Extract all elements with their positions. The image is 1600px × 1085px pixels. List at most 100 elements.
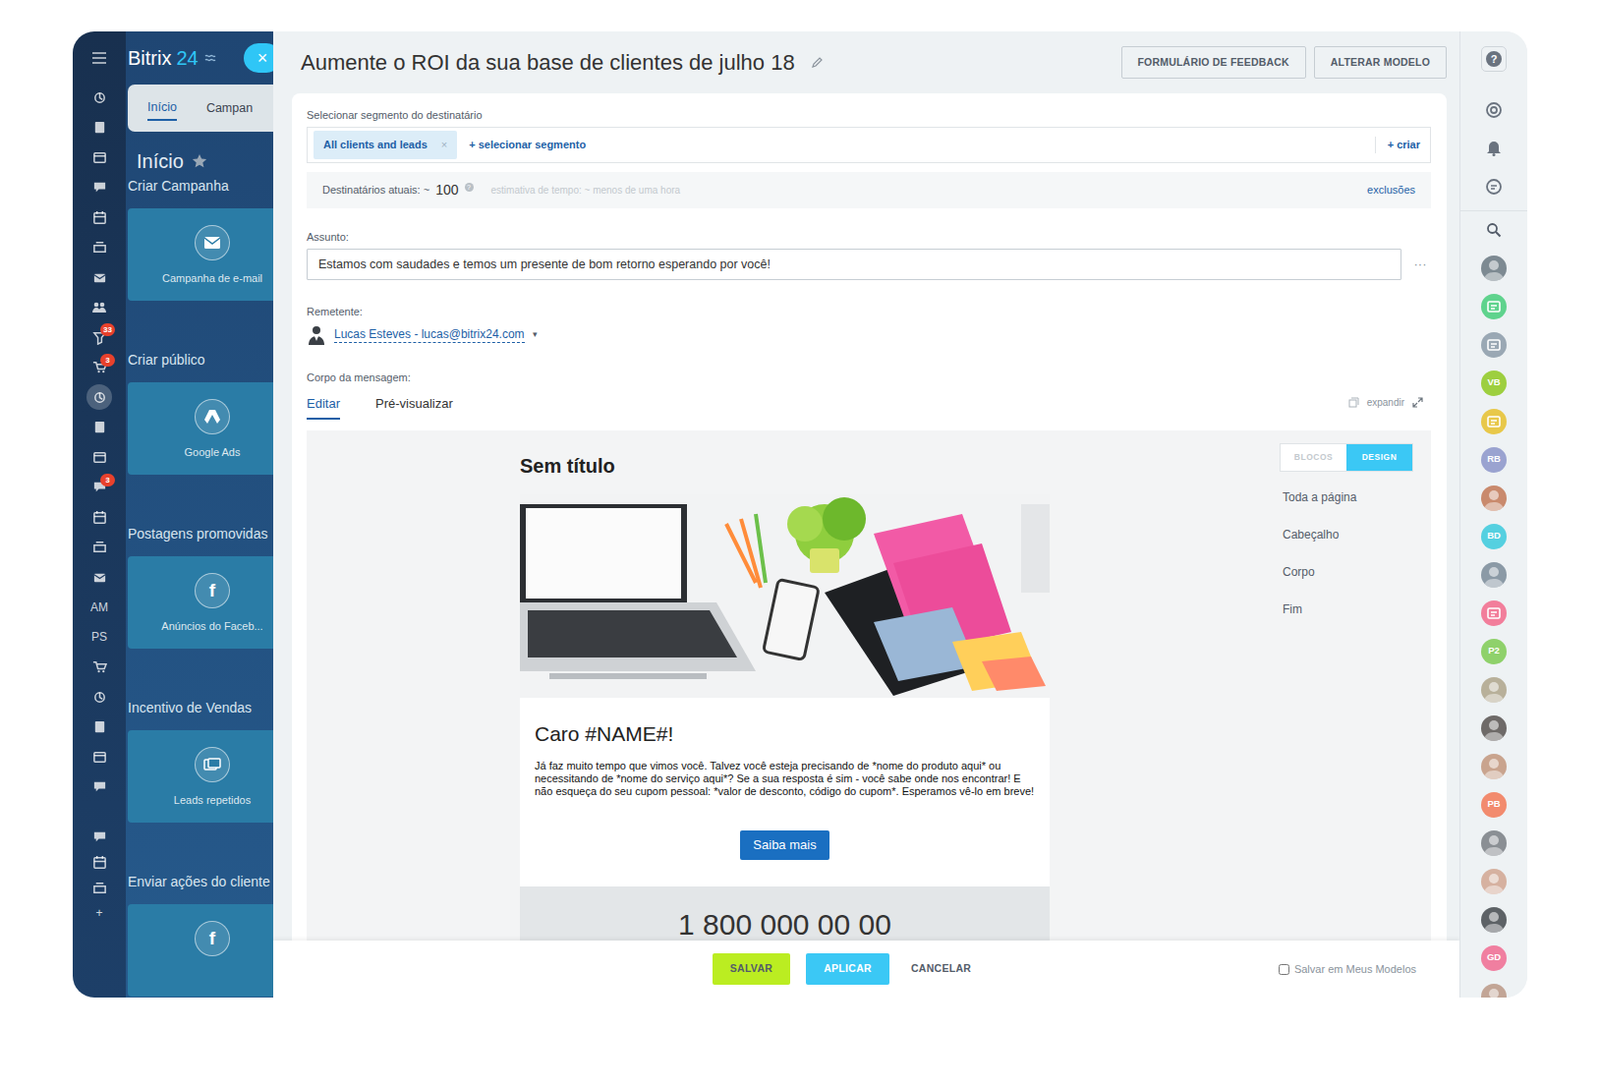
learn-more-button[interactable]: Saiba mais (740, 830, 829, 860)
right-bar-item[interactable] (1460, 823, 1529, 862)
user-photo-avatar[interactable] (1481, 677, 1507, 703)
strip-item[interactable] (72, 382, 126, 413)
sender-select[interactable]: Lucas Esteves - lucas@bitrix24.com (334, 327, 525, 343)
user-avatar[interactable]: RB (1481, 447, 1507, 473)
strip-item[interactable] (72, 262, 126, 293)
app-avatar[interactable] (1481, 600, 1507, 627)
apply-button[interactable]: APLICAR (805, 953, 890, 985)
user-avatar[interactable]: VB (1481, 370, 1507, 397)
app-avatar[interactable] (1481, 408, 1507, 435)
right-bar-item[interactable] (1460, 325, 1529, 364)
subject-input[interactable] (306, 248, 1402, 281)
exclusions-link[interactable]: exclusões (1367, 181, 1416, 199)
user-photo-avatar[interactable] (1481, 868, 1507, 895)
app-avatar[interactable] (1481, 293, 1507, 320)
strip-item[interactable] (72, 502, 126, 533)
help-label[interactable]: ? (1485, 51, 1502, 67)
right-bar-item[interactable]: ? (1460, 39, 1529, 78)
mode-button[interactable]: DESIGN (1346, 444, 1413, 471)
user-avatar[interactable]: GD (1481, 945, 1507, 972)
strip-item[interactable] (72, 712, 126, 743)
right-bar-item[interactable]: VB (1460, 363, 1529, 402)
right-bar-item[interactable] (1460, 555, 1529, 594)
strip-item[interactable] (72, 202, 126, 233)
expand-label[interactable]: expandir (1367, 395, 1405, 410)
save-template-label[interactable]: Salvar em Meus Modelos (1294, 961, 1417, 978)
save-template-checkbox[interactable] (1278, 964, 1290, 975)
section-card[interactable]: f (127, 904, 274, 997)
strip-item[interactable] (72, 532, 126, 564)
strip-item[interactable]: AM (72, 592, 126, 624)
right-bar-item[interactable] (1460, 861, 1529, 901)
strip-item[interactable]: 3 (72, 352, 126, 384)
right-bar-item[interactable] (1460, 746, 1529, 786)
right-bar-item[interactable] (1460, 128, 1529, 168)
right-bar-item[interactable] (1460, 401, 1529, 441)
strip-item[interactable] (72, 442, 126, 473)
body-tab[interactable]: Editar (306, 394, 341, 421)
right-bar-item[interactable] (1460, 248, 1529, 287)
panel-tab[interactable]: Início (147, 95, 177, 122)
right-bar-item[interactable]: RB (1460, 440, 1529, 479)
app-avatar[interactable] (1481, 332, 1507, 358)
more-options-button[interactable]: ··· (1409, 254, 1431, 275)
select-segment-link[interactable]: + selecionar segmento (468, 136, 586, 154)
right-bar-item[interactable]: GD (1460, 938, 1529, 977)
strip-item[interactable] (72, 742, 126, 773)
right-bar-item[interactable]: BD (1460, 516, 1529, 556)
right-bar-item[interactable] (1460, 976, 1529, 998)
right-bar-item[interactable] (1460, 593, 1529, 632)
create-segment-link[interactable]: + criar (1374, 136, 1425, 154)
strip-item[interactable]: + (72, 900, 126, 926)
strip-item[interactable] (72, 82, 126, 114)
save-template-option[interactable]: Salvar em Meus Modelos (1278, 961, 1417, 978)
right-bar-item[interactable] (1460, 670, 1529, 709)
user-photo-avatar[interactable] (1481, 485, 1507, 512)
strip-item[interactable] (72, 849, 126, 875)
strip-item[interactable]: 3 (72, 472, 126, 504)
user-avatar[interactable]: PB (1481, 792, 1507, 818)
body-tab[interactable]: Pré-visualizar (375, 394, 454, 421)
strip-item[interactable] (72, 874, 126, 901)
section-card[interactable]: Leads repetidos (127, 730, 274, 823)
strip-item[interactable] (72, 652, 126, 684)
help-button[interactable]: ? (1481, 46, 1507, 72)
design-section-item[interactable]: Cabeçalho (1282, 519, 1414, 558)
strip-item[interactable] (72, 142, 126, 173)
strip-item[interactable]: 33 (72, 322, 126, 353)
right-bar-item[interactable] (1460, 210, 1529, 249)
strip-item[interactable] (72, 113, 126, 144)
design-section-item[interactable]: Corpo (1282, 557, 1414, 595)
menu-button[interactable] (91, 43, 108, 73)
user-avatar[interactable]: BD (1481, 523, 1507, 550)
right-bar-item[interactable] (1460, 167, 1529, 206)
close-button[interactable]: × (243, 43, 274, 73)
right-bar-item[interactable] (1460, 900, 1529, 939)
save-button[interactable]: SALVAR (712, 953, 791, 985)
email-amount[interactable]: 1 800 000 00 00 (534, 902, 1035, 941)
user-photo-avatar[interactable] (1481, 715, 1507, 742)
strip-item[interactable] (72, 292, 126, 324)
strip-item[interactable] (72, 562, 126, 593)
hero-image[interactable] (519, 494, 1050, 698)
user-avatar[interactable]: P2 (1481, 638, 1507, 665)
user-photo-avatar[interactable] (1481, 255, 1507, 282)
expand-control[interactable]: expandir (1348, 395, 1431, 420)
strip-item[interactable]: PS (72, 622, 126, 653)
mode-button[interactable]: BLOCOS (1280, 444, 1347, 471)
right-bar-item[interactable]: PB (1460, 785, 1529, 824)
right-bar-item[interactable] (1460, 286, 1529, 326)
email-text[interactable]: Já faz muito tempo que vimos você. Talve… (534, 759, 1035, 799)
right-bar-item[interactable]: P2 (1460, 631, 1529, 671)
design-section-item[interactable]: Toda a página (1282, 482, 1414, 520)
email-title[interactable]: Sem título (519, 452, 1050, 480)
panel-tab[interactable]: Campan (206, 96, 253, 121)
email-amount-block[interactable]: 1 800 000 00 00 (519, 886, 1050, 941)
right-bar-item[interactable] (1460, 708, 1529, 747)
change-template-button[interactable]: ALTERAR MODELO (1314, 46, 1447, 79)
strip-item[interactable] (72, 682, 126, 713)
strip-item[interactable] (72, 412, 126, 444)
user-photo-avatar[interactable] (1481, 562, 1507, 588)
strip-item[interactable] (72, 232, 126, 264)
right-bar-item[interactable] (1460, 90, 1529, 129)
